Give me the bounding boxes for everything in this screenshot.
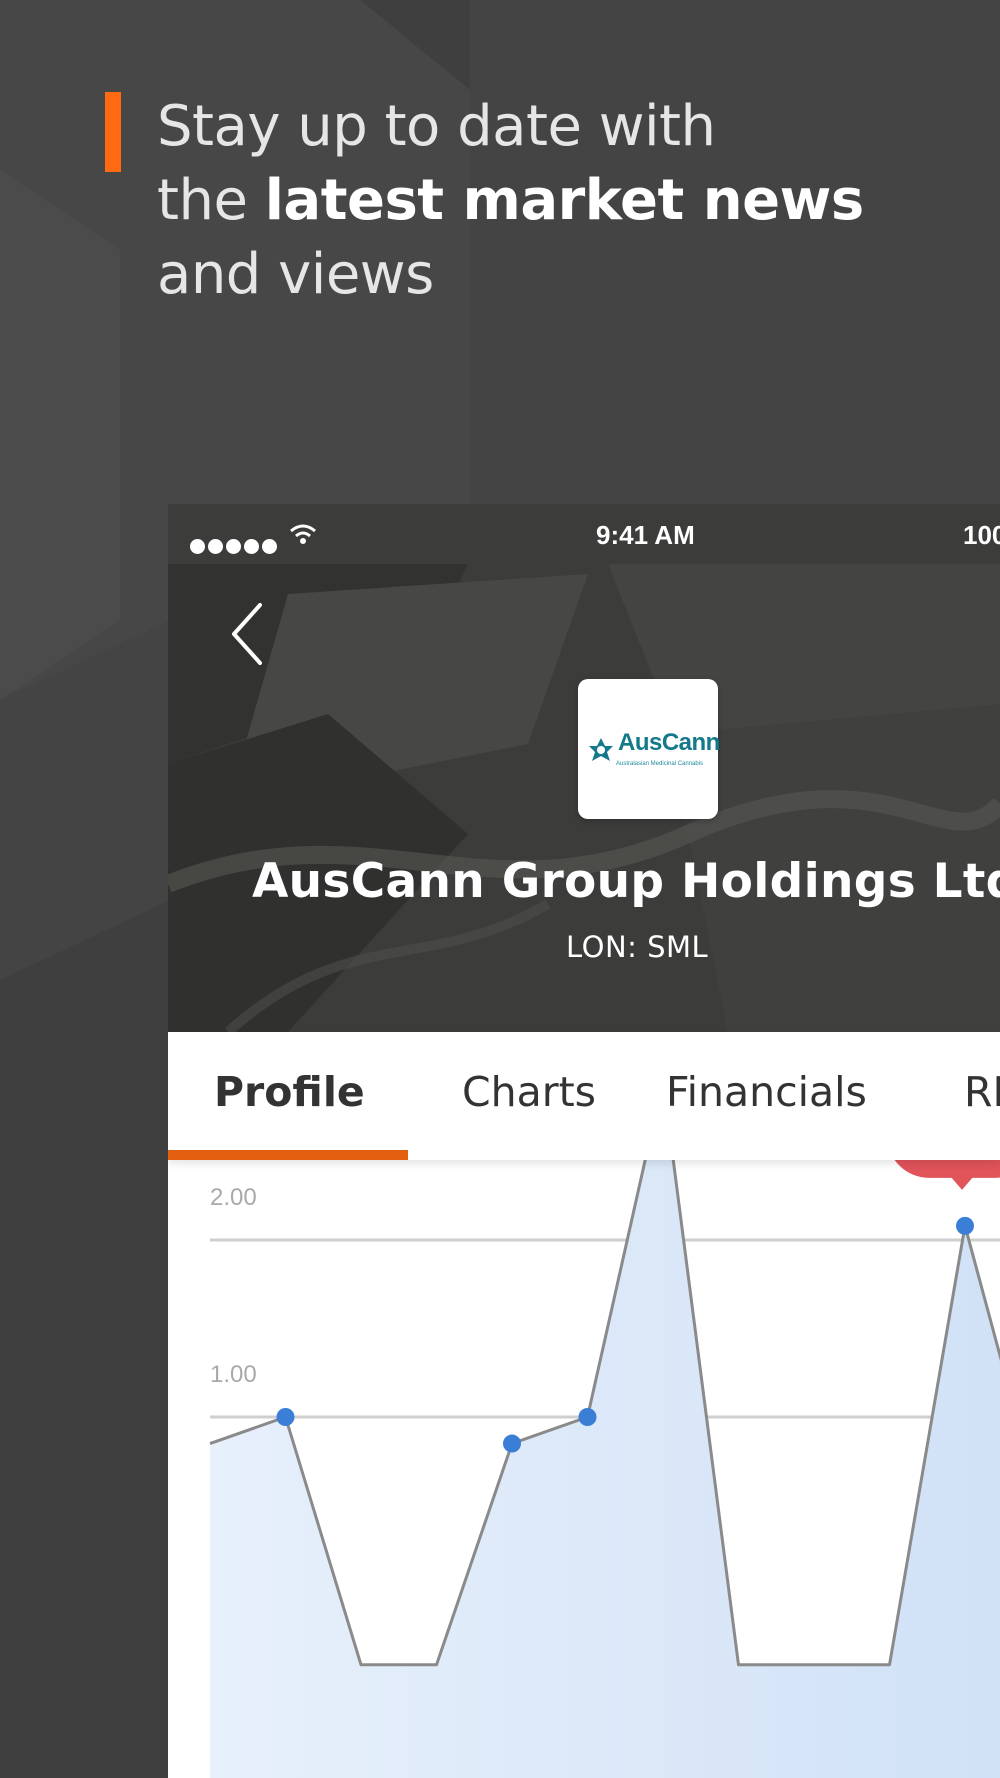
status-time: 9:41 AM xyxy=(596,520,695,550)
hero-line-1: Stay up to date with xyxy=(157,94,716,159)
back-arrow-icon[interactable] xyxy=(228,599,272,669)
company-name: AusCann Group Holdings Ltd xyxy=(252,854,1000,909)
company-logo: AusCann Australasian Medicinal Cannabis xyxy=(578,679,720,819)
logo-subtitle: Australasian Medicinal Cannabis xyxy=(616,761,704,767)
phone-screen: 9:41 AM 100 AusCann Australasian Medicin… xyxy=(168,504,1000,1778)
auscann-logo-mark-icon xyxy=(589,738,613,761)
data-point[interactable] xyxy=(503,1434,521,1453)
hero-line-2-bold: latest market news xyxy=(264,168,865,233)
company-header: 9:41 AM 100 AusCann Australasian Medicin… xyxy=(168,504,1000,1032)
data-point[interactable] xyxy=(578,1408,597,1426)
y-tick-label: 2.00 xyxy=(210,1184,257,1211)
tab-financials[interactable]: Financials xyxy=(666,1068,867,1116)
hero-line-3: and views xyxy=(157,242,434,307)
wifi-icon xyxy=(290,524,316,544)
hero-accent-bar xyxy=(105,92,121,172)
company-ticker: LON: SML xyxy=(566,930,709,964)
status-bar: 9:41 AM 100 xyxy=(168,504,1000,564)
tab-profile[interactable]: Profile xyxy=(214,1068,365,1116)
signal-strength-icon xyxy=(190,530,280,561)
active-tab-indicator xyxy=(168,1150,408,1160)
battery-percent: 100 xyxy=(963,520,1000,550)
data-point[interactable] xyxy=(956,1216,974,1235)
hero-line-2: the latest market news xyxy=(157,164,864,238)
tab-rns[interactable]: RNS xyxy=(964,1068,1000,1116)
hero-text: Stay up to date with the latest market n… xyxy=(157,90,864,312)
data-point[interactable] xyxy=(276,1408,295,1426)
price-area-fill xyxy=(210,1080,1000,1778)
price-chart-svg: 1.002.003.004.00 - 542 xyxy=(209,830,1000,1778)
value-tooltip-bubble: - 542 xyxy=(887,1087,1000,1190)
tab-bar: Profile Charts Financials RNS xyxy=(168,1032,1000,1160)
hero-line-2-prefix: the xyxy=(157,168,265,233)
price-chart: 1.002.003.004.00 - 542 xyxy=(168,830,1000,1778)
y-tick-label: 1.00 xyxy=(210,1361,257,1388)
logo-wordmark: AusCann xyxy=(618,729,720,756)
tab-charts[interactable]: Charts xyxy=(462,1068,596,1116)
